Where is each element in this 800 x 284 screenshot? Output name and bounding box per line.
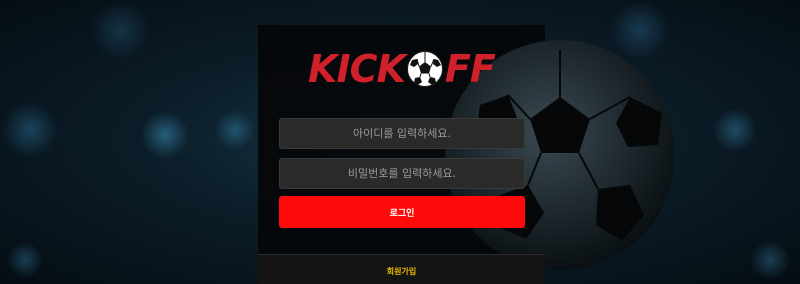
logo-text-left: KICK — [308, 47, 406, 91]
kickoff-logo: KICK FF — [308, 47, 496, 91]
id-input[interactable] — [279, 118, 525, 149]
soccer-ball-icon — [406, 50, 444, 88]
password-input[interactable] — [279, 158, 525, 189]
logo-text-right: FF — [444, 47, 496, 91]
login-button[interactable]: 로그인 — [279, 196, 525, 228]
login-screen: KICK FF 로그인 회원가입 — [0, 0, 800, 284]
signup-link[interactable]: 회원가입 — [258, 266, 545, 277]
